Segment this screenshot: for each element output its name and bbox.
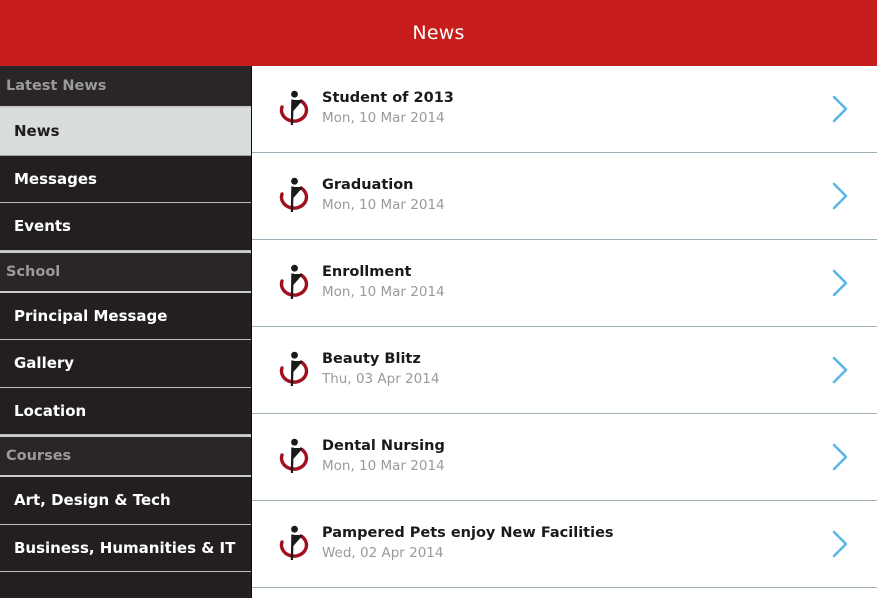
chevron-right-icon[interactable]: [825, 180, 855, 212]
news-item-title: Student of 2013: [322, 90, 454, 107]
news-item-date: Mon, 10 Mar 2014: [322, 197, 445, 213]
news-item-date: Thu, 03 Apr 2014: [322, 371, 440, 387]
news-list-item[interactable]: Pampered Pets enjoy New Facilities Wed, 0…: [252, 501, 877, 588]
news-list-item[interactable]: Beauty Blitz Thu, 03 Apr 2014: [252, 327, 877, 414]
chevron-right-icon[interactable]: [825, 354, 855, 386]
news-item-title: Graduation: [322, 177, 414, 194]
news-item-date: Mon, 10 Mar 2014: [322, 458, 445, 474]
school-logo-icon: [274, 86, 314, 132]
chevron-right-icon[interactable]: [825, 441, 855, 473]
sidebar-item-messages[interactable]: Messages: [0, 155, 251, 203]
news-item-text: Pampered Pets enjoy New Facilities Wed, 0…: [322, 524, 825, 563]
chevron-right-icon[interactable]: [825, 267, 855, 299]
news-item-text: Student of 2013 Mon, 10 Mar 2014: [322, 89, 825, 128]
sidebar-section-header: School: [0, 250, 251, 293]
sidebar-nav[interactable]: Latest News News Messages Events School Princ…: [0, 66, 252, 598]
school-logo-icon: [274, 434, 314, 480]
school-logo-icon: [274, 173, 314, 219]
school-logo-icon: [274, 521, 314, 567]
sidebar-item-location[interactable]: Location: [0, 387, 251, 435]
news-list-item[interactable]: Student of 2013 Mon, 10 Mar 2014: [252, 66, 877, 153]
app-root: News Latest News News Messages Events School…: [0, 0, 877, 598]
news-list-item[interactable]: Enrollment Mon, 10 Mar 2014: [252, 240, 877, 327]
sidebar-item-gallery[interactable]: Gallery: [0, 340, 251, 388]
app-header: News: [0, 0, 877, 66]
chevron-right-icon[interactable]: [825, 528, 855, 560]
news-item-text: Beauty Blitz Thu, 03 Apr 2014: [322, 350, 825, 389]
sidebar-section-header: Courses: [0, 435, 251, 477]
sidebar-item-principal-message[interactable]: Principal Message: [0, 292, 251, 340]
page-title: News: [412, 21, 465, 44]
sidebar-item-events[interactable]: Events: [0, 203, 251, 251]
news-item-text: Dental Nursing Mon, 10 Mar 2014: [322, 437, 825, 476]
news-item-date: Mon, 10 Mar 2014: [322, 284, 445, 300]
news-item-title: Pampered Pets enjoy New Facilities: [322, 525, 614, 542]
news-list[interactable]: Student of 2013 Mon, 10 Mar 2014 Graduatio…: [252, 66, 877, 598]
news-item-title: Beauty Blitz: [322, 351, 421, 368]
sidebar-item-news[interactable]: News: [0, 108, 251, 156]
news-item-title: Dental Nursing: [322, 438, 445, 455]
school-logo-icon: [274, 260, 314, 306]
news-list-item[interactable]: Dental Nursing Mon, 10 Mar 2014: [252, 414, 877, 501]
news-item-date: Wed, 02 Apr 2014: [322, 545, 444, 561]
school-logo-icon: [274, 347, 314, 393]
news-list-item[interactable]: Graduation Mon, 10 Mar 2014: [252, 153, 877, 240]
news-item-date: Mon, 10 Mar 2014: [322, 110, 445, 126]
news-item-text: Graduation Mon, 10 Mar 2014: [322, 176, 825, 215]
sidebar-item-art-design-tech[interactable]: Art, Design & Tech: [0, 477, 251, 525]
sidebar-item-business-humanities-it[interactable]: Business, Humanities & IT: [0, 524, 251, 572]
news-item-text: Enrollment Mon, 10 Mar 2014: [322, 263, 825, 302]
chevron-right-icon[interactable]: [825, 93, 855, 125]
sidebar-section-header: Latest News: [0, 66, 251, 108]
news-item-title: Enrollment: [322, 264, 412, 281]
body-split: Latest News News Messages Events School Princ…: [0, 66, 877, 598]
